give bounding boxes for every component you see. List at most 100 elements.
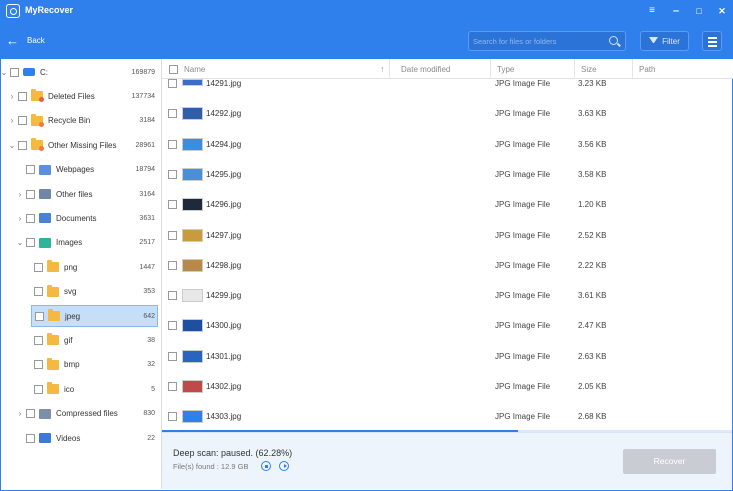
table-row[interactable]: 14294.jpg JPG Image File 3.56 KB <box>162 130 733 160</box>
tree-item-checkbox[interactable] <box>26 238 35 248</box>
search-icon[interactable] <box>609 36 618 45</box>
column-header-path[interactable]: Path <box>633 59 733 79</box>
close-button[interactable]: ✕ <box>714 3 730 19</box>
folder-missing-icon <box>31 138 44 152</box>
tree-item-checkbox[interactable] <box>18 91 27 101</box>
table-row[interactable]: 14301.jpg JPG Image File 2.63 KB <box>162 342 733 372</box>
row-checkbox[interactable] <box>168 200 177 210</box>
column-header-name[interactable]: Name <box>178 59 390 79</box>
chevron-right-icon[interactable]: › <box>8 92 16 101</box>
chevron-right-icon[interactable]: › <box>16 190 24 199</box>
column-header-size[interactable]: Size <box>575 59 633 79</box>
column-header-type[interactable]: Type <box>491 59 575 79</box>
tree-item-checkbox[interactable] <box>35 311 44 321</box>
row-checkbox[interactable] <box>168 169 177 179</box>
tree-item-webpages[interactable]: Webpages 18794 <box>0 159 161 181</box>
tree-item-checkbox[interactable] <box>26 213 35 223</box>
tree-item-checkbox[interactable] <box>18 140 27 150</box>
tree-item-label: png <box>64 262 78 272</box>
table-row[interactable]: 14296.jpg JPG Image File 1.20 KB <box>162 190 733 220</box>
tree-item-deleted-files[interactable]: › Deleted Files 137734 <box>0 85 161 107</box>
row-checkbox[interactable] <box>168 412 177 422</box>
file-size: 1.20 KB <box>578 200 607 210</box>
file-size: 2.05 KB <box>578 382 607 391</box>
folder-tree: ⌄ C: 169879 › Deleted Files 137734 › Recycle Bi… <box>0 59 162 489</box>
tree-item-videos[interactable]: Videos 22 <box>0 427 161 449</box>
tree-item-gif[interactable]: gif 38 <box>0 329 161 351</box>
image-thumbnail-icon <box>182 410 203 424</box>
table-row[interactable]: 14299.jpg JPG Image File 3.61 KB <box>162 281 733 311</box>
tree-item-count: 22 <box>147 434 155 442</box>
folder-icon <box>47 333 59 346</box>
table-row[interactable]: 14292.jpg JPG Image File 3.63 KB <box>162 99 733 129</box>
menu-icon[interactable]: ≡ <box>644 3 660 19</box>
back-button[interactable]: ← Back <box>6 32 45 48</box>
file-name: 14303.jpg <box>206 412 242 422</box>
stop-scan-button[interactable] <box>261 461 271 471</box>
row-checkbox[interactable] <box>168 260 177 270</box>
tree-item-checkbox[interactable] <box>26 433 35 443</box>
tree-item-png[interactable]: png 1447 <box>0 256 161 278</box>
tree-item-label: C: <box>40 67 48 77</box>
tree-item-compressed-files[interactable]: › Compressed files 830 <box>0 403 161 425</box>
tree-item-checkbox[interactable] <box>34 262 43 272</box>
tree-item-bmp[interactable]: bmp 32 <box>0 354 161 376</box>
file-name: 14295.jpg <box>206 169 242 179</box>
tree-item-other-files[interactable]: › Other files 3164 <box>0 183 161 205</box>
chevron-down-icon[interactable]: ⌄ <box>8 141 16 150</box>
tree-item-checkbox[interactable] <box>34 360 43 370</box>
recover-button[interactable]: Recover <box>623 449 716 474</box>
chevron-right-icon[interactable]: › <box>16 214 24 223</box>
row-checkbox[interactable] <box>168 321 177 331</box>
row-checkbox[interactable] <box>168 109 177 119</box>
table-row[interactable]: 14303.jpg JPG Image File 2.68 KB <box>162 402 733 431</box>
tree-item-recycle-bin[interactable]: › Recycle Bin 3184 <box>0 110 161 132</box>
tree-item-ico[interactable]: ico 5 <box>0 378 161 400</box>
tree-item-documents[interactable]: › Documents 3631 <box>0 207 161 229</box>
tree-item-jpeg[interactable]: jpeg 642 <box>31 305 158 327</box>
row-checkbox[interactable] <box>168 230 177 240</box>
table-row[interactable]: 14300.jpg JPG Image File 2.47 KB <box>162 311 733 341</box>
webpage-icon <box>39 164 51 175</box>
file-type: JPG Image File <box>495 200 551 210</box>
tree-item-other-missing-files[interactable]: ⌄ Other Missing Files 28961 <box>0 134 161 156</box>
sort-arrow-up-icon[interactable]: ↑ <box>380 64 385 74</box>
minimize-button[interactable]: – <box>668 3 684 19</box>
tree-item-count: 38 <box>147 336 155 344</box>
maximize-button[interactable]: □ <box>691 3 707 19</box>
row-checkbox[interactable] <box>168 351 177 361</box>
tree-item-checkbox[interactable] <box>26 409 35 419</box>
column-header-date-modified[interactable]: Date modified <box>395 59 491 79</box>
hamburger-menu-button[interactable] <box>702 31 722 51</box>
tree-item-checkbox[interactable] <box>34 335 43 345</box>
tree-item-checkbox[interactable] <box>10 67 19 77</box>
chevron-right-icon[interactable]: › <box>8 116 16 125</box>
select-all-checkbox[interactable] <box>169 65 178 74</box>
chevron-down-icon[interactable]: ⌄ <box>16 238 24 247</box>
filter-button[interactable]: Filter <box>640 31 689 51</box>
tree-item-c[interactable]: ⌄ C: 169879 <box>0 61 161 83</box>
row-checkbox[interactable] <box>168 139 177 149</box>
table-row[interactable]: 14298.jpg JPG Image File 2.22 KB <box>162 251 733 281</box>
tree-item-images[interactable]: ⌄ Images 2517 <box>0 232 161 254</box>
table-row[interactable]: 14297.jpg JPG Image File 2.52 KB <box>162 221 733 251</box>
resume-scan-button[interactable] <box>279 461 289 471</box>
tree-item-checkbox[interactable] <box>18 116 27 126</box>
row-checkbox[interactable] <box>168 79 177 88</box>
search-box[interactable] <box>468 31 626 51</box>
chevron-down-icon[interactable]: ⌄ <box>0 68 8 77</box>
row-checkbox[interactable] <box>168 291 177 301</box>
chevron-right-icon[interactable]: › <box>16 409 24 418</box>
tree-item-count: 642 <box>143 312 155 320</box>
table-row[interactable]: 14295.jpg JPG Image File 3.58 KB <box>162 160 733 190</box>
tree-item-checkbox[interactable] <box>34 384 43 394</box>
tree-item-checkbox[interactable] <box>26 165 35 175</box>
tree-item-checkbox[interactable] <box>26 189 35 199</box>
tree-item-checkbox[interactable] <box>34 287 43 297</box>
scan-status-text: Deep scan: paused. (62.28%) <box>173 448 293 458</box>
search-input[interactable] <box>473 35 603 48</box>
tree-item-svg[interactable]: svg 353 <box>0 281 161 303</box>
file-type: JPG Image File <box>495 412 551 422</box>
row-checkbox[interactable] <box>168 382 177 391</box>
table-row[interactable]: 14302.jpg JPG Image File 2.05 KB <box>162 372 733 402</box>
